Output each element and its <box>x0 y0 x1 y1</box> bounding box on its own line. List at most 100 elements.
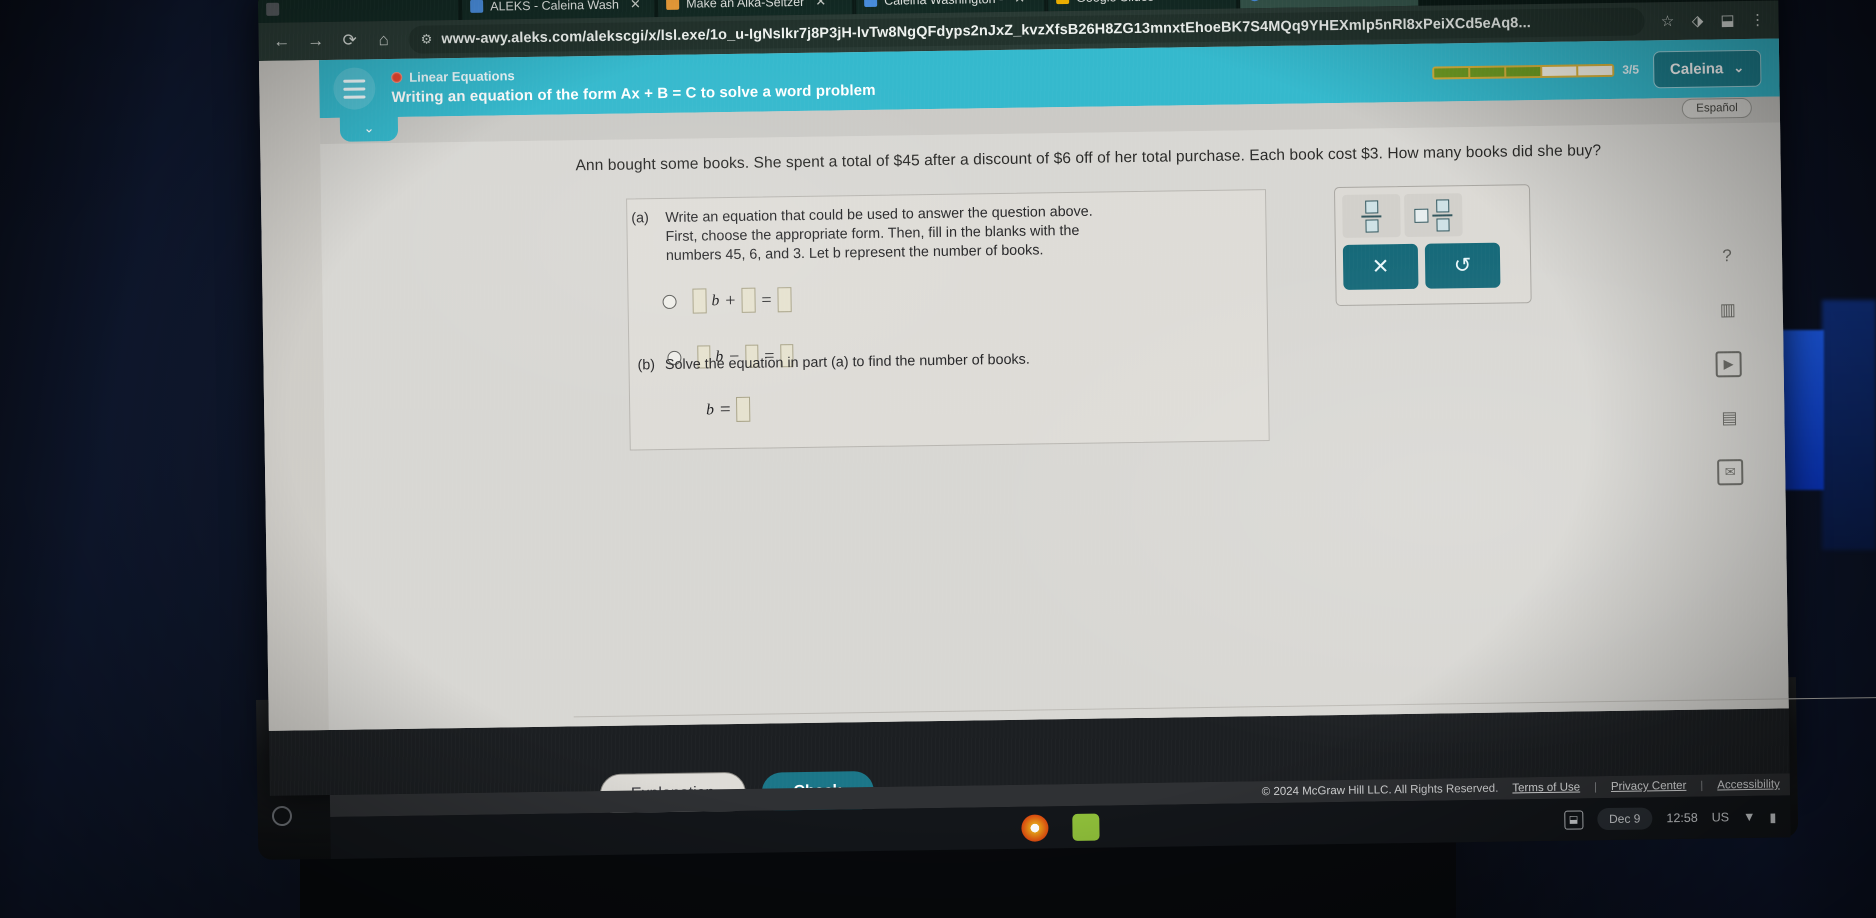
equals-sign: = <box>761 289 772 310</box>
question-text: Ann bought some books. She spent a total… <box>575 142 1602 175</box>
tab-label: ALEKS - Caleina Wash <box>490 0 620 14</box>
home-icon[interactable]: ⌂ <box>368 25 398 55</box>
background-left <box>0 0 300 918</box>
mixed-number-tile[interactable] <box>1404 193 1463 238</box>
accessibility-link[interactable]: Accessibility <box>1717 779 1780 792</box>
reload-icon[interactable]: ⟳ <box>334 25 364 55</box>
time-label: 12:58 <box>1666 810 1698 826</box>
progress-segment <box>1578 65 1613 75</box>
tab-close-icon[interactable]: ✕ <box>815 0 826 9</box>
tab-close-icon[interactable]: ✕ <box>1165 0 1176 4</box>
laptop-screen: ALEKS - Caleina Wash ✕ Make an Alka-Selt… <box>258 0 1876 860</box>
chrome-app-icon[interactable] <box>1021 813 1049 842</box>
wifi-icon[interactable]: ▼ <box>1743 810 1756 824</box>
tab-favicon <box>1247 0 1262 2</box>
locale-label: US <box>1711 810 1730 825</box>
radio-button[interactable] <box>662 294 677 309</box>
menu-kebab-icon[interactable]: ⋮ <box>1744 7 1770 33</box>
equals-sign: = <box>719 398 731 420</box>
clear-button[interactable]: ✕ <box>1342 243 1419 290</box>
progress-bar <box>1432 63 1615 80</box>
separator: | <box>1700 779 1704 792</box>
tab-label: New Tab <box>1268 0 1317 2</box>
forward-icon[interactable]: → <box>300 26 330 56</box>
topic-status-icon <box>391 71 403 84</box>
answer-option-plus[interactable]: b + = <box>662 287 792 314</box>
input-blank-constant[interactable] <box>741 287 756 313</box>
progress-segment <box>1470 67 1505 77</box>
help-icon[interactable]: ? <box>1714 243 1740 269</box>
progress-count: 3/5 <box>1622 62 1640 77</box>
page-gutter <box>258 60 329 731</box>
part-b-answer-row: b = <box>706 390 1238 423</box>
tab-label: Google Slides <box>1076 0 1154 4</box>
privacy-center-link[interactable]: Privacy Center <box>1611 780 1687 793</box>
site-permissions-icon[interactable]: ⚙ <box>421 31 433 47</box>
fraction-tile[interactable] <box>1342 194 1401 238</box>
bookmark-star-icon[interactable]: ☆ <box>1654 8 1680 34</box>
menu-icon[interactable] <box>333 67 376 110</box>
profile-icon[interactable]: ⬓ <box>1714 7 1740 33</box>
tab-favicon <box>666 0 680 10</box>
separator: | <box>1594 781 1598 794</box>
plus-icon: + <box>1434 0 1444 1</box>
tab-close-icon[interactable]: ✕ <box>1327 0 1338 2</box>
user-name: Caleina <box>1669 59 1724 78</box>
header-right: 3/5 Caleina ⌄ <box>1432 49 1779 91</box>
progress-segment <box>1542 65 1577 76</box>
date-label[interactable]: Dec 9 <box>1596 807 1653 831</box>
progress-segment <box>1506 66 1541 76</box>
progress-segment <box>1434 67 1469 78</box>
part-a-block: (a) Write an equation that could be used… <box>627 200 1248 266</box>
fraction-icon <box>1361 199 1382 233</box>
user-menu-button[interactable]: Caleina ⌄ <box>1652 49 1762 88</box>
back-icon[interactable]: ← <box>266 26 296 56</box>
tab-close-icon[interactable]: ✕ <box>1014 0 1025 6</box>
tab-favicon <box>266 2 280 16</box>
espanol-button[interactable]: Español <box>1682 97 1752 119</box>
undo-button[interactable]: ↺ <box>1424 242 1501 289</box>
extension-icon[interactable]: ⬗ <box>1684 7 1710 33</box>
tool-rail: ? ▥ ▶ ▤ ✉ <box>1714 243 1744 486</box>
copyright-text: © 2024 McGraw Hill LLC. All Rights Reser… <box>1261 782 1499 799</box>
screenshot-icon[interactable]: ⬓ <box>1563 809 1584 830</box>
calculator-icon[interactable]: ▥ <box>1715 297 1741 323</box>
input-blank-result[interactable] <box>777 287 792 313</box>
part-b-block: (b) Solve the equation in part (a) to fi… <box>637 349 1238 424</box>
tab-label: Make an Alka-Seltzer <box>686 0 805 11</box>
work-area: (a) Write an equation that could be used… <box>626 189 1270 451</box>
tab-close-icon[interactable]: ✕ <box>630 0 641 12</box>
worksheet-icon[interactable]: ▤ <box>1716 405 1742 431</box>
tab-label: Caleina Washington - <box>884 0 1003 7</box>
background-light-glow <box>1822 300 1876 550</box>
answer-input[interactable] <box>736 396 751 422</box>
collapse-header-button[interactable]: ⌄ <box>339 114 399 142</box>
keypad-tiles <box>1335 185 1530 238</box>
terms-of-use-link[interactable]: Terms of Use <box>1512 781 1580 794</box>
battery-icon[interactable]: ▮ <box>1769 809 1776 824</box>
aleks-page: Linear Equations Writing an equation of … <box>258 38 1876 860</box>
tab-favicon <box>470 0 484 13</box>
variable-b: b <box>711 291 720 309</box>
aleks-content: Ann bought some books. She spent a total… <box>320 122 1789 822</box>
chevron-down-icon: ⌄ <box>1733 59 1745 76</box>
message-icon[interactable]: ✉ <box>1717 459 1744 486</box>
chevron-down-icon: ⌄ <box>363 120 375 136</box>
operator-plus: + <box>725 289 736 311</box>
tab-favicon <box>864 0 878 8</box>
part-a-label: (a) <box>631 210 649 227</box>
url-text: www-awy.aleks.com/alekscgi/x/lsl.exe/1o_… <box>441 15 1531 48</box>
tab-favicon <box>1056 0 1070 5</box>
video-icon[interactable]: ▶ <box>1715 351 1742 378</box>
ixl-app-icon[interactable] <box>1072 813 1100 841</box>
input-blank-coefficient[interactable] <box>692 288 707 314</box>
topic-label: Linear Equations <box>409 68 515 85</box>
mixed-number-icon <box>1414 198 1453 232</box>
math-keypad: ✕ ↺ <box>1333 184 1532 307</box>
photograph-of-screen: ALEKS - Caleina Wash ✕ Make an Alka-Selt… <box>0 0 1876 918</box>
page-title: Writing an equation of the form Ax + B =… <box>391 81 876 107</box>
part-b-label: (b) <box>637 357 656 374</box>
header-text-block: Linear Equations Writing an equation of … <box>391 63 876 106</box>
